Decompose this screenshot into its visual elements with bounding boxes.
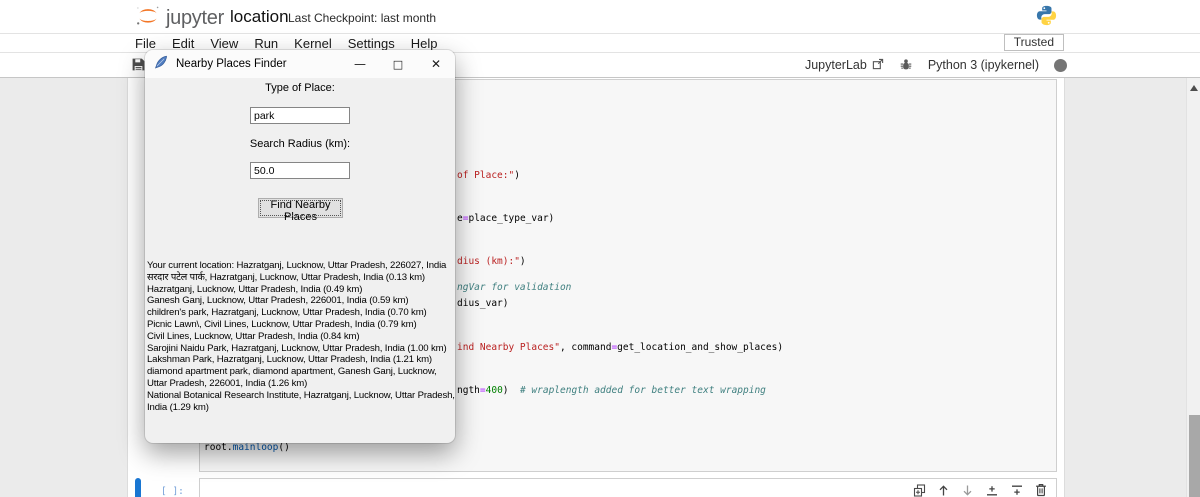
scrollbar[interactable]: [1186, 78, 1200, 497]
result-line: Sarojini Naidu Park, Hazratganj, Lucknow…: [147, 342, 447, 354]
menu-kernel[interactable]: Kernel: [286, 36, 340, 51]
cell-prompt: [ ]:: [161, 486, 184, 497]
dialog-titlebar[interactable]: Nearby Places Finder — □ ✕: [145, 50, 455, 78]
jupyterlab-link[interactable]: JupyterLab: [805, 58, 884, 73]
jupyter-brand-text: jupyter: [166, 7, 224, 29]
code-line[interactable]: dius_var): [457, 298, 508, 309]
place-type-input[interactable]: [250, 107, 350, 124]
save-icon[interactable]: [131, 57, 146, 77]
result-line: Uttar Pradesh, 226001, India (1.26 km): [147, 377, 308, 389]
move-down-icon[interactable]: [961, 484, 974, 497]
result-line: children's park, Hazratganj, Lucknow, Ut…: [147, 307, 427, 319]
menu-help[interactable]: Help: [403, 36, 446, 51]
empty-cell[interactable]: [199, 478, 1057, 497]
result-line: सरदार पटेल पार्क, Hazratganj, Lucknow, U…: [147, 271, 425, 283]
cell-toolbar: [913, 483, 1047, 497]
result-line: Your current location: Hazratganj, Luckn…: [147, 260, 447, 271]
menu-file[interactable]: File: [127, 36, 164, 51]
code-line[interactable]: ngVar for validation: [457, 282, 571, 293]
result-line: Civil Lines, Lucknow, Uttar Pradesh, Ind…: [147, 330, 360, 342]
result-line: Hazratganj, Lucknow, Uttar Pradesh, Indi…: [147, 283, 363, 295]
python-logo-icon: [1035, 4, 1058, 32]
nearby-places-dialog: Nearby Places Finder — □ ✕ Type of Place…: [145, 50, 455, 443]
menu-edit[interactable]: Edit: [164, 36, 202, 51]
external-link-icon: [872, 58, 884, 73]
insert-below-icon[interactable]: [1010, 484, 1024, 497]
checkpoint-text: Last Checkpoint: last month: [288, 11, 437, 25]
jupyter-logo[interactable]: jupyter: [135, 3, 224, 34]
results-text: Your current location: Hazratganj, Luckn…: [147, 260, 455, 413]
find-nearby-places-button[interactable]: Find Nearby Places: [258, 198, 343, 223]
move-up-icon[interactable]: [937, 484, 950, 497]
maximize-button[interactable]: □: [379, 50, 417, 78]
result-line: Ganesh Ganj, Lucknow, Uttar Pradesh, 226…: [147, 295, 409, 307]
notebook-title[interactable]: location: [230, 7, 289, 27]
result-line: Lakshman Park, Hazratganj, Lucknow, Utta…: [147, 354, 432, 366]
delete-cell-icon[interactable]: [1035, 483, 1047, 497]
menu-view[interactable]: View: [202, 36, 246, 51]
menu-run[interactable]: Run: [246, 36, 286, 51]
code-line[interactable]: ind Nearby Places", command=get_location…: [457, 342, 783, 353]
close-button[interactable]: ✕: [417, 50, 455, 78]
notebook-header: jupyter location Last Checkpoint: last m…: [0, 0, 1200, 34]
radius-input[interactable]: [250, 162, 350, 179]
menu-settings[interactable]: Settings: [340, 36, 403, 51]
screen: jupyter location Last Checkpoint: last m…: [0, 0, 1200, 497]
dialog-title: Nearby Places Finder: [176, 58, 287, 70]
result-line: India (1.29 km): [147, 401, 209, 413]
jupyterlab-link-label: JupyterLab: [804, 58, 867, 72]
tk-feather-icon: [154, 55, 168, 74]
result-line: National Botanical Research Institute, H…: [147, 389, 455, 401]
jupyter-logo-icon: [135, 3, 161, 34]
trusted-badge[interactable]: Trusted: [1003, 34, 1064, 51]
code-line[interactable]: dius (km):"): [457, 256, 526, 267]
result-line: diamond apartment park, diamond apartmen…: [147, 366, 437, 378]
toolbar-right: JupyterLab Python 3 (ipykernel): [805, 53, 1067, 77]
radius-label: Search Radius (km):: [249, 138, 351, 150]
kernel-status-icon: [1054, 58, 1067, 72]
debugger-icon[interactable]: [899, 58, 913, 72]
code-line[interactable]: root.mainloop(): [204, 442, 290, 453]
type-of-place-label: Type of Place:: [265, 82, 335, 94]
code-line[interactable]: ngth=400) # wraplength added for better …: [457, 385, 766, 396]
minimize-button[interactable]: —: [341, 50, 379, 78]
scroll-up-arrow-icon[interactable]: [1190, 85, 1198, 91]
insert-above-icon[interactable]: [985, 484, 999, 497]
scrollbar-thumb[interactable]: [1188, 415, 1200, 497]
code-line[interactable]: of Place:"): [457, 170, 520, 181]
duplicate-cell-icon[interactable]: [913, 483, 926, 497]
kernel-name[interactable]: Python 3 (ipykernel): [928, 58, 1039, 72]
selected-cell-indicator: [135, 478, 141, 497]
code-line[interactable]: e=place_type_var): [457, 213, 554, 224]
result-line: Picnic Lawn\, Civil Lines, Lucknow, Utta…: [147, 318, 417, 330]
